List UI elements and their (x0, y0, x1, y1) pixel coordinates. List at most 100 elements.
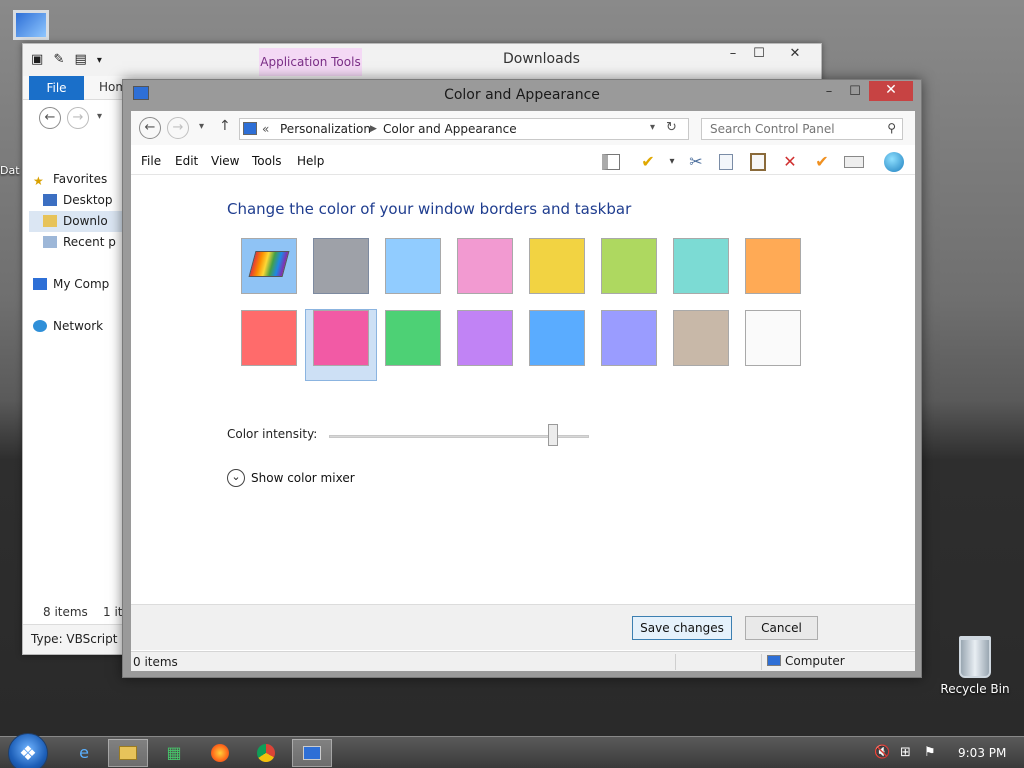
desktop-icon-recycle-bin[interactable]: Recycle Bin (940, 636, 1010, 696)
card-icon[interactable] (843, 151, 865, 173)
back-icon[interactable]: ← (139, 117, 161, 139)
color-swatch[interactable] (457, 238, 513, 294)
color-swatch[interactable] (241, 310, 297, 366)
menu-edit[interactable]: Edit (175, 154, 198, 168)
maximize-button[interactable]: ☐ (745, 44, 773, 66)
properties-icon[interactable]: ✎ (53, 52, 64, 67)
minimize-button[interactable]: – (815, 82, 843, 104)
show-color-mixer-link[interactable]: Show color mixer (251, 471, 355, 485)
new-folder-icon[interactable]: ▤ (74, 52, 86, 67)
properties-check-icon[interactable]: ✔ (811, 151, 833, 173)
desktop-icon-label[interactable]: Dat (0, 164, 20, 177)
flag-icon[interactable]: ⚑ (924, 745, 936, 760)
cut-icon[interactable]: ✂ (685, 151, 707, 173)
globe-icon[interactable] (883, 151, 905, 173)
calculator-icon[interactable]: ▦ (154, 739, 194, 767)
cp-client-area: ← → ▾ ↑ « Personalization ▶ Color and Ap… (131, 111, 915, 671)
status-item-count: 8 items (43, 605, 88, 619)
nav-item-recent-places[interactable]: Recent p (29, 232, 125, 253)
recent-locations-icon[interactable]: ▾ (97, 111, 102, 122)
nav-item-network[interactable]: Network (29, 316, 125, 337)
explorer-icon[interactable] (108, 739, 148, 767)
status-separator (675, 654, 676, 670)
nav-item-label: My Comp (53, 277, 110, 291)
copy-icon[interactable] (715, 151, 737, 173)
nav-item-downloads[interactable]: Downlo (29, 211, 125, 232)
maximize-button[interactable]: ☐ (841, 82, 869, 104)
forward-icon[interactable]: → (67, 107, 89, 129)
close-button[interactable]: ✕ (869, 81, 913, 101)
color-swatch[interactable] (601, 238, 657, 294)
recent-places-icon (43, 236, 57, 248)
nav-item-favorites[interactable]: ★ Favorites (29, 169, 125, 190)
network-icon (33, 320, 47, 332)
minimize-button[interactable]: – (719, 44, 747, 66)
back-icon[interactable]: ← (39, 107, 61, 129)
tab-file[interactable]: File (29, 76, 84, 100)
network-icon[interactable]: ⊞ (900, 745, 911, 760)
color-intensity-slider-thumb[interactable] (548, 424, 558, 446)
color-swatch[interactable] (601, 310, 657, 366)
search-box[interactable]: ⚲ (701, 118, 903, 140)
color-swatch[interactable] (385, 238, 441, 294)
cp-titlebar[interactable]: Color and Appearance – ☐ ✕ (123, 80, 921, 110)
menu-tools[interactable]: Tools (252, 154, 282, 168)
search-icon[interactable]: ⚲ (887, 121, 896, 135)
breadcrumb-color-and-appearance[interactable]: Color and Appearance (383, 122, 517, 136)
explorer-titlebar[interactable]: ▣ ✎ ▤ ▾ Application Tools Downloads – ☐ … (23, 44, 821, 76)
breadcrumb-overflow[interactable]: « (262, 122, 269, 136)
recent-locations-icon[interactable]: ▾ (199, 121, 204, 132)
color-swatch[interactable] (313, 238, 369, 294)
menu-help[interactable]: Help (297, 154, 324, 168)
layout-pane-icon[interactable] (599, 151, 621, 173)
taskbar: ❖ e ▦ 🔇 ⊞ ⚑ 9:03 PM (0, 733, 1024, 768)
save-changes-button[interactable]: Save changes (632, 616, 732, 640)
contextual-tab-application-tools[interactable]: Application Tools (259, 48, 362, 76)
color-swatch[interactable] (457, 310, 513, 366)
folder-check-icon[interactable]: ✔ (637, 151, 659, 173)
color-swatch[interactable] (673, 310, 729, 366)
color-swatch[interactable] (745, 310, 801, 366)
expand-mixer-chevron-icon[interactable]: ⌄ (227, 469, 245, 487)
color-swatch[interactable] (313, 310, 369, 366)
taskbar-clock[interactable]: 9:03 PM (958, 746, 1006, 760)
control-panel-icon (243, 122, 257, 135)
paste-icon[interactable] (747, 151, 769, 173)
color-swatch[interactable] (745, 238, 801, 294)
chevron-down-icon[interactable]: ▾ (97, 55, 102, 66)
color-swatch[interactable] (529, 310, 585, 366)
delete-icon[interactable]: ✕ (779, 151, 801, 173)
up-arrow-icon[interactable]: ↑ (219, 118, 231, 134)
menu-view[interactable]: View (211, 154, 239, 168)
status-item-count: 0 items (133, 655, 178, 669)
nav-item-desktop[interactable]: Desktop (29, 190, 125, 211)
color-swatch[interactable] (385, 310, 441, 366)
chevron-down-icon[interactable]: ▾ (661, 151, 683, 173)
close-button[interactable]: ✕ (775, 44, 815, 66)
forward-icon[interactable]: → (167, 117, 189, 139)
control-panel-window[interactable]: Color and Appearance – ☐ ✕ ← → ▾ ↑ « Per… (122, 79, 922, 678)
chevron-down-icon[interactable]: ▾ (650, 122, 655, 133)
chrome-icon[interactable] (246, 739, 286, 767)
breadcrumb-personalization[interactable]: Personalization (280, 122, 371, 136)
color-swatch[interactable] (673, 238, 729, 294)
volume-muted-icon[interactable]: 🔇 (874, 745, 890, 760)
ie-icon[interactable]: e (64, 739, 104, 767)
status-location: Computer (767, 654, 845, 668)
address-bar[interactable]: « Personalization ▶ Color and Appearance… (239, 118, 689, 140)
firefox-icon[interactable] (200, 739, 240, 767)
color-swatch[interactable] (529, 238, 585, 294)
folder-icon[interactable]: ▣ (31, 52, 43, 67)
quick-access-toolbar[interactable]: ▣ ✎ ▤ ▾ (31, 52, 102, 67)
control-panel-icon[interactable] (292, 739, 332, 767)
nav-item-label: Recent p (63, 235, 116, 249)
automatic-color-swatch[interactable] (241, 238, 297, 294)
search-input[interactable] (702, 119, 872, 139)
refresh-icon[interactable]: ↻ (666, 120, 677, 135)
address-row: ← → ▾ ↑ « Personalization ▶ Color and Ap… (131, 111, 915, 145)
action-bar: Save changes Cancel (131, 604, 915, 650)
menu-file[interactable]: File (141, 154, 161, 168)
nav-item-my-computer[interactable]: My Comp (29, 274, 125, 295)
start-button[interactable]: ❖ (8, 733, 48, 768)
cancel-button[interactable]: Cancel (745, 616, 818, 640)
